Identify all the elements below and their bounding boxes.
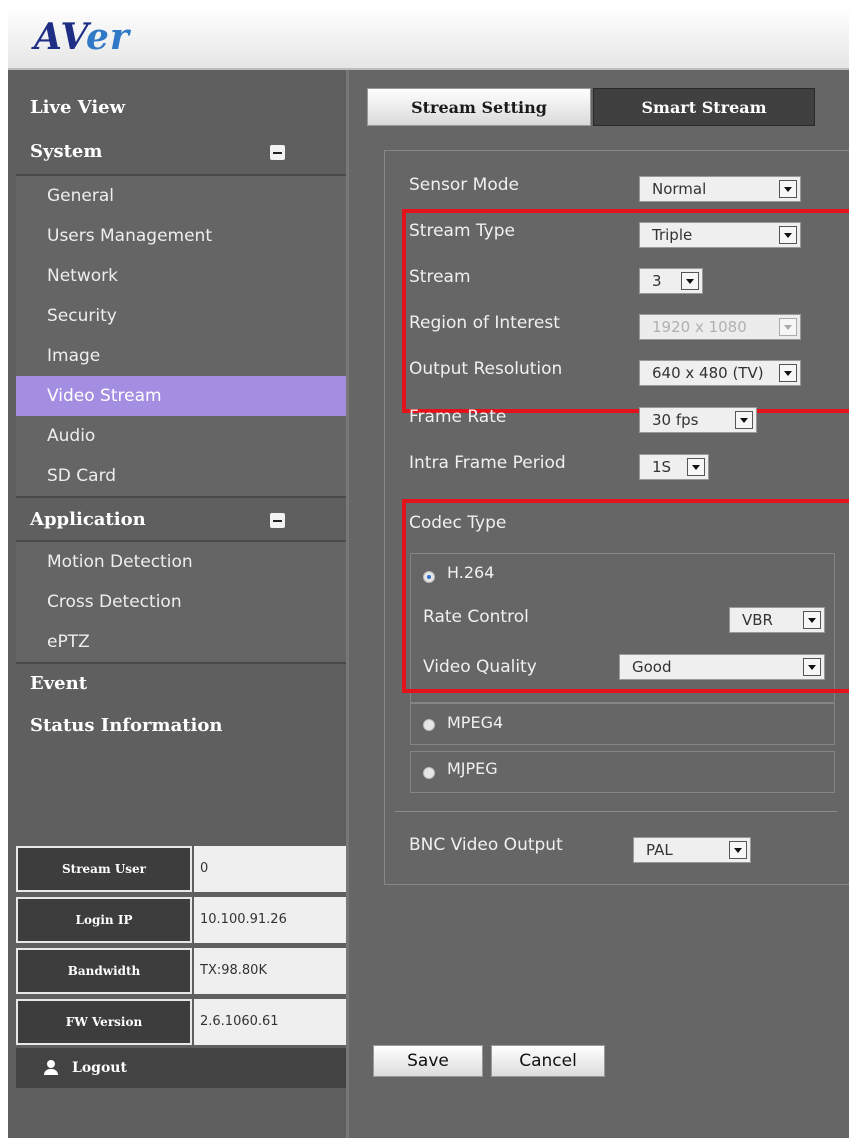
output-resolution-select[interactable]: 640 x 480 (TV) (639, 360, 801, 386)
region-of-interest-label: Region of Interest (409, 313, 560, 333)
nav-status-information[interactable]: Status Information (8, 706, 346, 746)
collapse-application-icon[interactable] (270, 513, 285, 528)
status-value: 0 (194, 846, 346, 892)
intra-frame-period-label: Intra Frame Period (409, 453, 566, 473)
chevron-down-icon (779, 226, 797, 244)
chevron-down-icon (681, 272, 699, 290)
nav-item-cross-detection[interactable]: Cross Detection (16, 582, 346, 622)
nav-item-motion-detection[interactable]: Motion Detection (16, 542, 346, 582)
cancel-button[interactable]: Cancel (491, 1045, 605, 1077)
nav-item-sd-card[interactable]: SD Card (16, 456, 346, 496)
tab-smart-stream[interactable]: Smart Stream (593, 88, 815, 126)
nav-item-general[interactable]: General (16, 176, 346, 216)
frame-rate-value: 30 fps (652, 411, 699, 429)
nav-item-video-stream[interactable]: Video Stream (16, 376, 346, 416)
chevron-down-icon (779, 318, 797, 336)
status-row-stream-user: Stream User 0 (16, 844, 346, 895)
status-label: Bandwidth (16, 948, 192, 994)
status-label: Stream User (16, 846, 192, 892)
output-resolution-value: 640 x 480 (TV) (652, 364, 764, 382)
stream-type-value: Triple (652, 226, 693, 244)
tab-stream-setting[interactable]: Stream Setting (367, 88, 591, 126)
divider (395, 811, 837, 812)
header-bar: AVer (8, 6, 849, 70)
status-value: TX:98.80K (194, 948, 346, 994)
nav-item-audio[interactable]: Audio (16, 416, 346, 456)
status-row-bandwidth: Bandwidth TX:98.80K (16, 946, 346, 997)
sensor-mode-label: Sensor Mode (409, 175, 519, 195)
status-panel: Stream User 0 Login IP 10.100.91.26 Band… (16, 844, 346, 1048)
nav-item-security[interactable]: Security (16, 296, 346, 336)
frame-rate-select[interactable]: 30 fps (639, 407, 757, 433)
region-of-interest-select: 1920 x 1080 (639, 314, 801, 340)
stream-type-select[interactable]: Triple (639, 222, 801, 248)
sensor-mode-value: Normal (652, 180, 707, 198)
nav-event[interactable]: Event (8, 664, 346, 704)
mjpeg-radio[interactable] (423, 767, 435, 779)
app-window: AVer Live View System General Users Mana… (8, 6, 849, 1138)
region-of-interest-value: 1920 x 1080 (652, 318, 747, 336)
nav-live-view[interactable]: Live View (8, 88, 346, 128)
nav-application-label: Application (30, 509, 146, 530)
chevron-down-icon (735, 411, 753, 429)
status-label: Login IP (16, 897, 192, 943)
nav-item-eptz[interactable]: ePTZ (16, 622, 346, 662)
logout-label: Logout (72, 1060, 127, 1076)
mjpeg-label: MJPEG (447, 759, 498, 778)
highlight-box-codec (402, 499, 849, 693)
mpeg4-radio[interactable] (423, 719, 435, 731)
chevron-down-icon (779, 364, 797, 382)
status-label: FW Version (16, 999, 192, 1045)
application-submenu: Motion Detection Cross Detection ePTZ (16, 540, 346, 664)
bnc-video-output-label: BNC Video Output (409, 835, 563, 855)
chevron-down-icon (687, 458, 705, 476)
sidebar: Live View System General Users Managemen… (8, 70, 346, 1138)
main-panel: Stream Setting Smart Stream Sensor Mode … (346, 70, 849, 1138)
status-value: 10.100.91.26 (194, 897, 346, 943)
stream-label: Stream (409, 267, 471, 287)
nav-system-label: System (30, 141, 103, 162)
bnc-video-output-value: PAL (646, 841, 673, 859)
stream-type-label: Stream Type (409, 221, 515, 241)
stream-settings-form: Sensor Mode Normal Stream Type Triple St… (384, 150, 849, 885)
status-row-login-ip: Login IP 10.100.91.26 (16, 895, 346, 946)
output-resolution-label: Output Resolution (409, 359, 563, 379)
stream-value: 3 (652, 272, 662, 290)
nav-application[interactable]: Application (8, 500, 346, 540)
status-row-fw-version: FW Version 2.6.1060.61 (16, 997, 346, 1048)
system-submenu: General Users Management Network Securit… (16, 174, 346, 498)
chevron-down-icon (729, 841, 747, 859)
intra-frame-period-value: 1S (652, 458, 672, 476)
frame-rate-label: Frame Rate (409, 407, 507, 427)
intra-frame-period-select[interactable]: 1S (639, 454, 709, 480)
mpeg4-label: MPEG4 (447, 713, 504, 732)
nav-system[interactable]: System (8, 132, 346, 172)
aver-logo: AVer (34, 16, 130, 58)
bnc-video-output-select[interactable]: PAL (633, 837, 751, 863)
nav-item-network[interactable]: Network (16, 256, 346, 296)
save-button[interactable]: Save (373, 1045, 483, 1077)
sensor-mode-select[interactable]: Normal (639, 176, 801, 202)
logout-button[interactable]: Logout (16, 1048, 346, 1088)
chevron-down-icon (779, 180, 797, 198)
status-value: 2.6.1060.61 (194, 999, 346, 1045)
nav-item-image[interactable]: Image (16, 336, 346, 376)
nav-item-users-management[interactable]: Users Management (16, 216, 346, 256)
collapse-system-icon[interactable] (270, 145, 285, 160)
user-icon (44, 1060, 58, 1076)
stream-select[interactable]: 3 (639, 268, 703, 294)
